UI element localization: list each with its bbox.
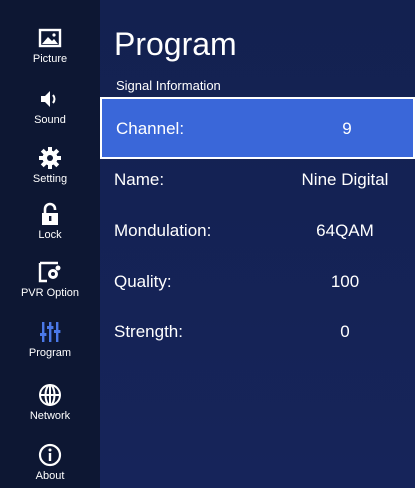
sidebar: Picture Sound Setting Lock PVR Option Pr… [0, 0, 100, 488]
sidebar-item-label: Program [28, 347, 72, 359]
sidebar-item-about[interactable]: About [0, 443, 100, 482]
sidebar-item-label: Sound [34, 114, 66, 126]
lock-icon [42, 202, 58, 225]
row-strength[interactable]: Strength: 0 [100, 302, 415, 362]
sidebar-item-label: PVR Option [20, 287, 80, 299]
sidebar-item-program[interactable]: Program [0, 320, 100, 359]
picture-icon [38, 28, 62, 48]
sidebar-item-label: Network [29, 410, 71, 422]
row-label: Strength: [114, 322, 183, 341]
page-title: Program [114, 26, 237, 62]
sidebar-item-label: Lock [38, 229, 62, 241]
sidebar-item-sound[interactable]: Sound [0, 87, 100, 126]
sidebar-item-network[interactable]: Network [0, 383, 100, 422]
sidebar-item-picture[interactable]: Picture [0, 26, 100, 65]
sidebar-item-lock[interactable]: Lock [0, 202, 100, 241]
sidebar-item-pvr-option[interactable]: PVR Option [0, 260, 100, 299]
speaker-icon [41, 91, 56, 107]
row-value: 0 [340, 322, 350, 341]
sidebar-item-label: About [35, 470, 65, 482]
sidebar-item-setting[interactable]: Setting [0, 146, 100, 185]
gear-icon [39, 147, 61, 169]
main-panel: Program Signal Information Channel: 9 Na… [100, 0, 415, 488]
globe-icon [39, 384, 61, 406]
record-settings-icon [38, 261, 61, 283]
sliders-icon [40, 322, 61, 342]
sidebar-item-label: Setting [32, 173, 68, 185]
sidebar-item-label: Picture [32, 53, 68, 65]
info-icon [38, 443, 62, 467]
page-subtitle: Signal Information [116, 78, 221, 93]
